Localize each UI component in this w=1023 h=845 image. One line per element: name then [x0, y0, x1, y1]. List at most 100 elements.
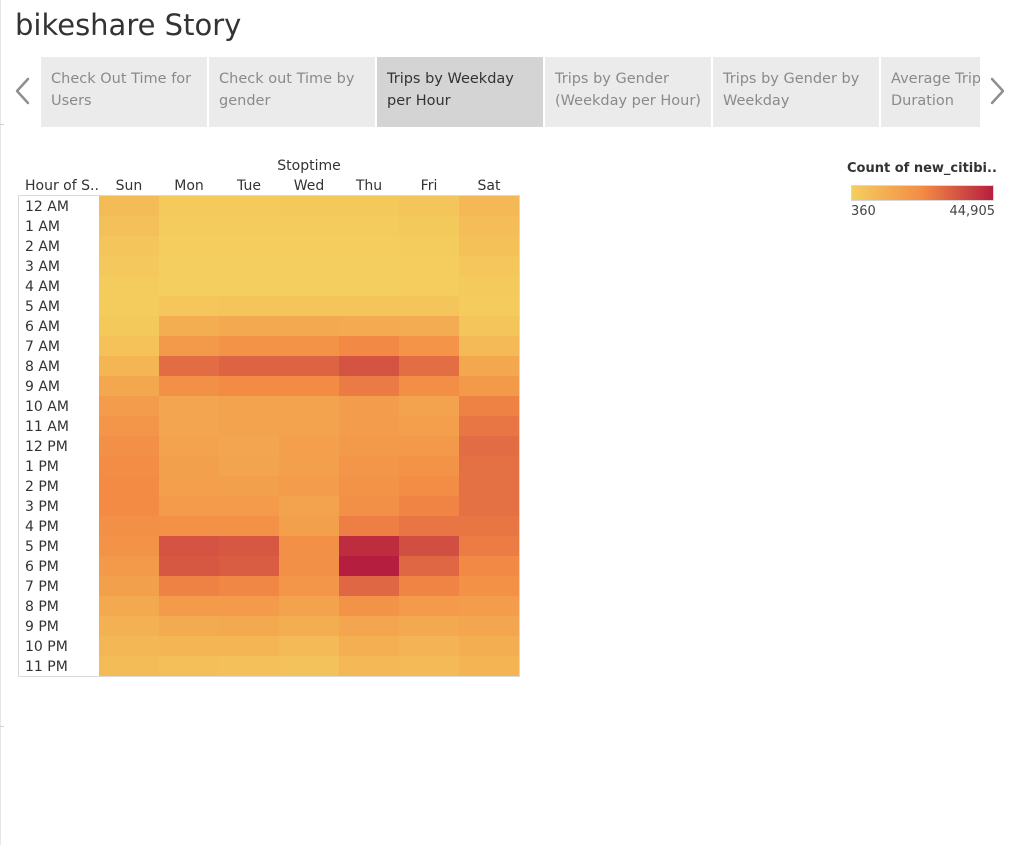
heatmap-cell[interactable]: [399, 256, 459, 276]
heatmap-cell[interactable]: [219, 376, 279, 396]
heatmap-cell[interactable]: [399, 616, 459, 636]
heatmap-cell[interactable]: [219, 456, 279, 476]
heatmap-cell[interactable]: [99, 476, 159, 496]
heatmap-cell[interactable]: [399, 636, 459, 656]
heatmap-cell[interactable]: [159, 376, 219, 396]
tab-check-out-time-by-gender[interactable]: Check out Time by gender: [209, 57, 375, 127]
heatmap-cell[interactable]: [399, 536, 459, 556]
heatmap-cell[interactable]: [159, 336, 219, 356]
heatmap-cell[interactable]: [99, 336, 159, 356]
heatmap-cell[interactable]: [159, 236, 219, 256]
heatmap-cell[interactable]: [219, 436, 279, 456]
heatmap-cell[interactable]: [99, 436, 159, 456]
heatmap-cell[interactable]: [459, 636, 519, 656]
heatmap-cell[interactable]: [219, 336, 279, 356]
heatmap-cell[interactable]: [459, 516, 519, 536]
heatmap-cell[interactable]: [159, 276, 219, 296]
heatmap-cell[interactable]: [459, 556, 519, 576]
heatmap-cell[interactable]: [219, 656, 279, 676]
heatmap-cell[interactable]: [339, 396, 399, 416]
heatmap-cell[interactable]: [219, 516, 279, 536]
heatmap-cell[interactable]: [279, 656, 339, 676]
heatmap-cell[interactable]: [219, 576, 279, 596]
tab-check-out-time-for-users[interactable]: Check Out Time for Users: [41, 57, 207, 127]
heatmap-cell[interactable]: [219, 496, 279, 516]
heatmap-cell[interactable]: [99, 636, 159, 656]
heatmap-cell[interactable]: [279, 216, 339, 236]
heatmap-cell[interactable]: [279, 556, 339, 576]
heatmap-cell[interactable]: [279, 256, 339, 276]
heatmap-cell[interactable]: [279, 396, 339, 416]
heatmap-cell[interactable]: [159, 636, 219, 656]
heatmap-cell[interactable]: [459, 276, 519, 296]
heatmap-cell[interactable]: [159, 656, 219, 676]
heatmap-cell[interactable]: [99, 296, 159, 316]
heatmap-cell[interactable]: [279, 436, 339, 456]
heatmap-cell[interactable]: [339, 356, 399, 376]
tab-trips-by-gender-by-weekday[interactable]: Trips by Gender by Weekday: [713, 57, 879, 127]
heatmap-cell[interactable]: [219, 416, 279, 436]
heatmap-cell[interactable]: [99, 256, 159, 276]
heatmap-cell[interactable]: [99, 236, 159, 256]
heatmap-cell[interactable]: [399, 496, 459, 516]
heatmap-cell[interactable]: [279, 316, 339, 336]
heatmap-cell[interactable]: [339, 416, 399, 436]
heatmap-cell[interactable]: [159, 436, 219, 456]
heatmap-cell[interactable]: [279, 616, 339, 636]
tab-trips-by-gender-weekday-per-hour[interactable]: Trips by Gender (Weekday per Hour): [545, 57, 711, 127]
heatmap-cell[interactable]: [219, 556, 279, 576]
heatmap-cell[interactable]: [279, 536, 339, 556]
heatmap-cell[interactable]: [279, 356, 339, 376]
heatmap-cell[interactable]: [339, 536, 399, 556]
heatmap-cell[interactable]: [339, 196, 399, 216]
heatmap-cell[interactable]: [459, 376, 519, 396]
tab-trips-by-weekday-per-hour[interactable]: Trips by Weekday per Hour: [377, 57, 543, 127]
heatmap-cell[interactable]: [459, 536, 519, 556]
heatmap-cell[interactable]: [339, 256, 399, 276]
heatmap-cell[interactable]: [339, 456, 399, 476]
heatmap-cell[interactable]: [459, 356, 519, 376]
heatmap-cell[interactable]: [219, 396, 279, 416]
heatmap-cell[interactable]: [99, 276, 159, 296]
heatmap-cell[interactable]: [339, 276, 399, 296]
heatmap-cell[interactable]: [279, 196, 339, 216]
heatmap-cell[interactable]: [279, 276, 339, 296]
heatmap-cell[interactable]: [159, 556, 219, 576]
heatmap-cell[interactable]: [339, 236, 399, 256]
heatmap-cell[interactable]: [399, 456, 459, 476]
heatmap-cell[interactable]: [99, 576, 159, 596]
heatmap-cell[interactable]: [279, 416, 339, 436]
heatmap-cell[interactable]: [459, 476, 519, 496]
heatmap-cell[interactable]: [399, 556, 459, 576]
heatmap-cell[interactable]: [159, 356, 219, 376]
heatmap-cell[interactable]: [399, 436, 459, 456]
heatmap-cell[interactable]: [399, 516, 459, 536]
heatmap-cell[interactable]: [159, 596, 219, 616]
heatmap-cell[interactable]: [159, 496, 219, 516]
heatmap-cell[interactable]: [459, 336, 519, 356]
heatmap-cell[interactable]: [99, 196, 159, 216]
heatmap-cell[interactable]: [219, 536, 279, 556]
heatmap-cell[interactable]: [159, 256, 219, 276]
heatmap-cell[interactable]: [219, 356, 279, 376]
heatmap-cell[interactable]: [339, 516, 399, 536]
heatmap-cell[interactable]: [459, 196, 519, 216]
heatmap-cell[interactable]: [399, 476, 459, 496]
heatmap-cell[interactable]: [459, 216, 519, 236]
heatmap-cell[interactable]: [159, 516, 219, 536]
heatmap-cell[interactable]: [219, 276, 279, 296]
heatmap-cell[interactable]: [219, 596, 279, 616]
heatmap-cell[interactable]: [279, 336, 339, 356]
heatmap-cell[interactable]: [99, 596, 159, 616]
heatmap-cell[interactable]: [219, 616, 279, 636]
heatmap-cell[interactable]: [339, 336, 399, 356]
heatmap-cell[interactable]: [99, 496, 159, 516]
heatmap-cell[interactable]: [99, 536, 159, 556]
heatmap-cell[interactable]: [219, 256, 279, 276]
heatmap-cell[interactable]: [159, 576, 219, 596]
heatmap-cell[interactable]: [99, 316, 159, 336]
heatmap-cell[interactable]: [339, 636, 399, 656]
heatmap-cell[interactable]: [399, 576, 459, 596]
heatmap-cell[interactable]: [339, 556, 399, 576]
heatmap-cell[interactable]: [459, 236, 519, 256]
